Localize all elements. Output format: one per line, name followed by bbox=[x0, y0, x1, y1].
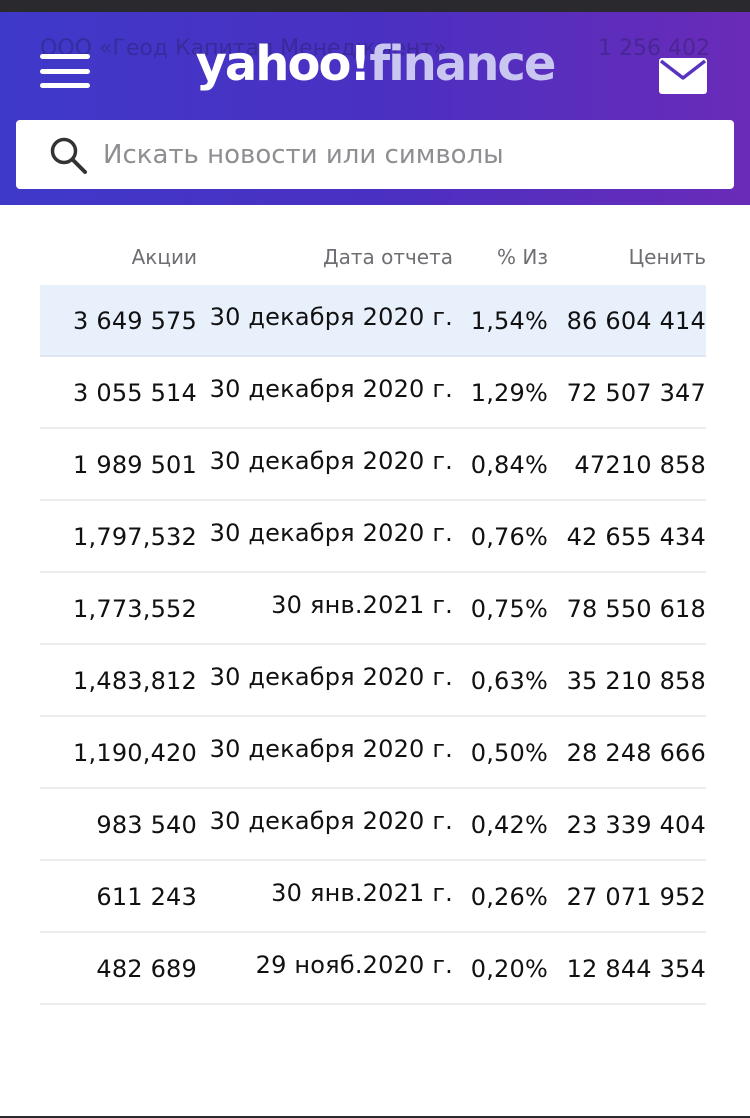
cell-value: 12 844 354 bbox=[566, 955, 706, 983]
cell-percent: 0,63% bbox=[470, 667, 548, 695]
table-row[interactable]: 1,797,532 30 декабря 2020 г. 0,76% 42 65… bbox=[40, 501, 706, 573]
status-bar-edge bbox=[0, 0, 750, 12]
cell-value: 42 655 434 bbox=[566, 523, 706, 551]
cell-date: 30 декабря 2020 г. bbox=[209, 375, 453, 403]
cell-percent: 0,50% bbox=[470, 739, 548, 767]
holders-table: Акции Дата отчета % Из Ценить 3 649 575 … bbox=[40, 205, 706, 1005]
cell-date: 30 декабря 2020 г. bbox=[209, 807, 453, 835]
cell-percent: 0,75% bbox=[470, 595, 548, 623]
cell-date: 29 нояб.2020 г. bbox=[255, 951, 453, 979]
logo-finance-text: finance bbox=[369, 36, 556, 92]
cell-date: 30 декабря 2020 г. bbox=[209, 735, 453, 763]
table-header: Акции Дата отчета % Из Ценить bbox=[40, 205, 706, 285]
cell-value: 47210 858 bbox=[574, 451, 706, 479]
cell-shares: 482 689 bbox=[96, 955, 197, 983]
cell-shares: 3 055 514 bbox=[73, 379, 197, 407]
cell-shares: 1,797,532 bbox=[73, 523, 197, 551]
cell-shares: 1,483,812 bbox=[73, 667, 197, 695]
cell-percent: 0,26% bbox=[470, 883, 548, 911]
mail-icon[interactable] bbox=[659, 58, 707, 94]
table-row[interactable]: 1,773,552 30 янв.2021 г. 0,75% 78 550 61… bbox=[40, 573, 706, 645]
header-date-reported[interactable]: Дата отчета bbox=[323, 245, 453, 269]
table-row[interactable]: 1,190,420 30 декабря 2020 г. 0,50% 28 24… bbox=[40, 717, 706, 789]
cell-value: 35 210 858 bbox=[566, 667, 706, 695]
cell-value: 23 339 404 bbox=[566, 811, 706, 839]
cell-date: 30 янв.2021 г. bbox=[271, 591, 453, 619]
logo-yahoo-text: yahoo! bbox=[195, 36, 372, 92]
search-bar[interactable] bbox=[16, 120, 734, 189]
table-row[interactable]: 3 649 575 30 декабря 2020 г. 1,54% 86 60… bbox=[40, 285, 706, 357]
header-value[interactable]: Ценить bbox=[629, 245, 706, 269]
cell-value: 72 507 347 bbox=[566, 379, 706, 407]
header-percent-out[interactable]: % Из bbox=[497, 245, 548, 269]
cell-date: 30 декабря 2020 г. bbox=[209, 447, 453, 475]
cell-shares: 1 989 501 bbox=[73, 451, 197, 479]
cell-percent: 0,42% bbox=[470, 811, 548, 839]
cell-value: 27 071 952 bbox=[566, 883, 706, 911]
cell-percent: 1,29% bbox=[470, 379, 548, 407]
cell-shares: 3 649 575 bbox=[73, 307, 197, 335]
app-header: ООО «Геод Капитал Менеджмент» 1 256 402 … bbox=[0, 12, 750, 205]
cell-date: 30 декабря 2020 г. bbox=[209, 519, 453, 547]
search-input[interactable] bbox=[103, 139, 703, 170]
cell-percent: 1,54% bbox=[470, 307, 548, 335]
table-row[interactable]: 1,483,812 30 декабря 2020 г. 0,63% 35 21… bbox=[40, 645, 706, 717]
cell-percent: 0,84% bbox=[470, 451, 548, 479]
cell-shares: 611 243 bbox=[96, 883, 197, 911]
cell-shares: 1,190,420 bbox=[73, 739, 197, 767]
table-row[interactable]: 3 055 514 30 декабря 2020 г. 1,29% 72 50… bbox=[40, 357, 706, 429]
cell-date: 30 декабря 2020 г. bbox=[209, 663, 453, 691]
table-row[interactable]: 1 989 501 30 декабря 2020 г. 0,84% 47210… bbox=[40, 429, 706, 501]
cell-percent: 0,20% bbox=[470, 955, 548, 983]
table-row[interactable]: 611 243 30 янв.2021 г. 0,26% 27 071 952 bbox=[40, 861, 706, 933]
cell-percent: 0,76% bbox=[470, 523, 548, 551]
cell-shares: 1,773,552 bbox=[73, 595, 197, 623]
cell-shares: 983 540 bbox=[96, 811, 197, 839]
cell-value: 28 248 666 bbox=[566, 739, 706, 767]
header-shares[interactable]: Акции bbox=[132, 245, 197, 269]
cell-value: 78 550 618 bbox=[566, 595, 706, 623]
cell-date: 30 декабря 2020 г. bbox=[209, 303, 453, 331]
yahoo-finance-logo[interactable]: yahoo!finance bbox=[0, 32, 750, 96]
cell-date: 30 янв.2021 г. bbox=[271, 879, 453, 907]
cell-value: 86 604 414 bbox=[566, 307, 706, 335]
table-row[interactable]: 482 689 29 нояб.2020 г. 0,20% 12 844 354 bbox=[40, 933, 706, 1005]
table-row[interactable]: 983 540 30 декабря 2020 г. 0,42% 23 339 … bbox=[40, 789, 706, 861]
search-icon[interactable] bbox=[48, 135, 88, 175]
